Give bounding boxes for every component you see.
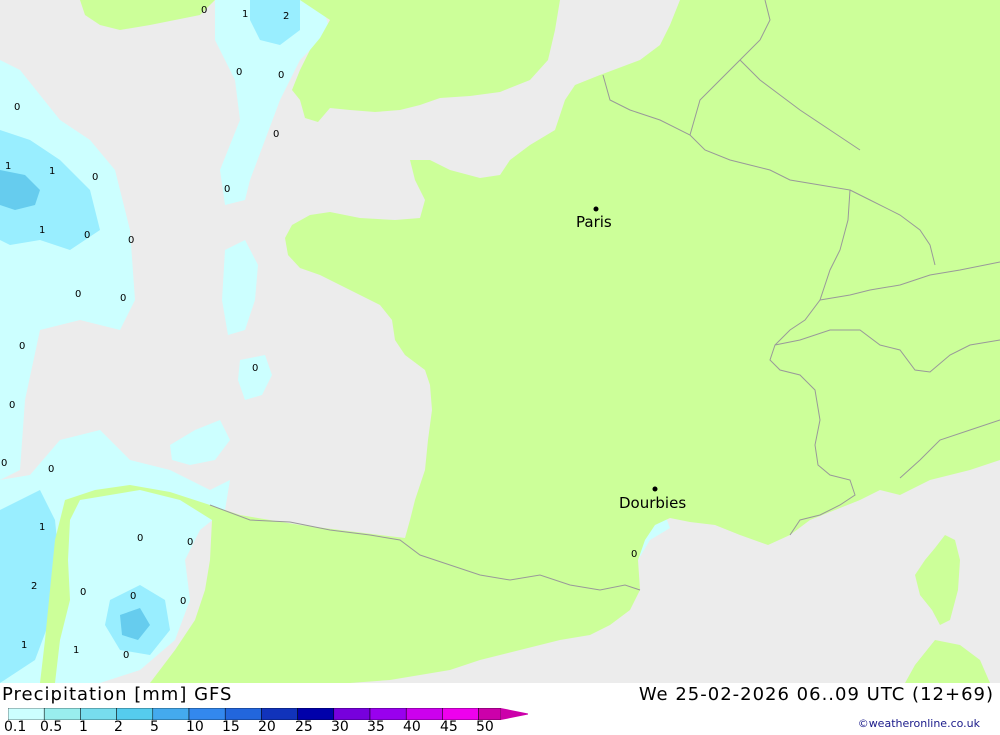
value-label: 0 <box>1 458 7 469</box>
value-label: 1 <box>73 645 79 656</box>
value-label: 1 <box>49 166 55 177</box>
value-label: 0 <box>80 587 86 598</box>
value-label: 0 <box>180 596 186 607</box>
value-label: 0 <box>48 464 54 475</box>
city-label-dourbies: Dourbies <box>619 494 686 512</box>
value-label: 0 <box>9 400 15 411</box>
value-label: 0 <box>137 533 143 544</box>
value-label: 0 <box>187 537 193 548</box>
value-label: 1 <box>5 161 11 172</box>
value-label: 0 <box>75 289 81 300</box>
value-label: 0 <box>120 293 126 304</box>
value-label: 2 <box>31 581 37 592</box>
precipitation-map: Paris Dourbies 0 1 2 0 0 0 0 1 1 0 1 0 0… <box>0 0 1000 683</box>
map-panel: Paris Dourbies 0 1 2 0 0 0 0 1 1 0 1 0 0… <box>0 0 1000 683</box>
value-label: 1 <box>242 9 248 20</box>
value-label: 0 <box>92 172 98 183</box>
value-label: 2 <box>283 11 289 22</box>
value-label: 0 <box>631 549 637 560</box>
value-label: 0 <box>273 129 279 140</box>
value-label: 0 <box>84 230 90 241</box>
city-marker-dourbies <box>652 486 658 492</box>
value-label: 0 <box>123 650 129 661</box>
value-label: 0 <box>130 591 136 602</box>
credit-link[interactable]: ©weatheronline.co.uk <box>858 717 980 730</box>
value-label: 1 <box>39 225 45 236</box>
city-marker-paris <box>593 206 599 212</box>
value-label: 0 <box>252 363 258 374</box>
city-label-paris: Paris <box>576 213 612 231</box>
value-label: 0 <box>14 102 20 113</box>
forecast-datetime: We 25-02-2026 06..09 UTC (12+69) <box>638 684 994 705</box>
value-label: 1 <box>21 640 27 651</box>
value-label: 0 <box>19 341 25 352</box>
legend-arrow <box>500 708 528 720</box>
value-label: 0 <box>278 70 284 81</box>
value-label: 0 <box>128 235 134 246</box>
value-label: 1 <box>39 522 45 533</box>
map-title: Precipitation [mm] GFS <box>2 684 233 705</box>
value-label: 0 <box>236 67 242 78</box>
value-label: 0 <box>201 5 207 16</box>
value-label: 0 <box>224 184 230 195</box>
